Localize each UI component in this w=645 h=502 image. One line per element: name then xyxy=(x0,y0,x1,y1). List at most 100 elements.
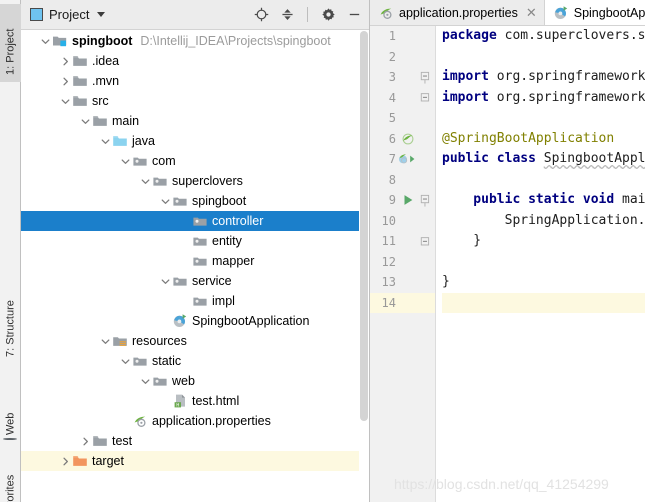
tree-row[interactable]: service xyxy=(21,271,369,291)
tree-row[interactable]: .mvn xyxy=(21,71,369,91)
scrollbar-thumb[interactable] xyxy=(360,31,368,421)
tree-row[interactable]: static xyxy=(21,351,369,371)
resource-root-folder-icon xyxy=(112,333,128,349)
project-tree-scrollbar[interactable] xyxy=(359,31,369,502)
fold-start-icon[interactable] xyxy=(418,71,432,84)
gear-icon[interactable] xyxy=(319,6,337,24)
chevron-right-icon[interactable] xyxy=(79,435,91,447)
code-line[interactable]: import org.springframework.bo xyxy=(442,88,645,109)
chevron-down-icon[interactable] xyxy=(39,35,51,47)
chevron-right-icon[interactable] xyxy=(59,75,71,87)
tree-row-label: test xyxy=(112,434,133,448)
gutter-line[interactable]: 4 xyxy=(370,88,435,109)
chevron-down-icon[interactable] xyxy=(99,135,111,147)
gutter-line[interactable]: 12 xyxy=(370,252,435,273)
spring-run-icon[interactable] xyxy=(398,152,418,166)
tool-window-tab-project[interactable]: 1: Project xyxy=(0,4,21,82)
collapse-all-icon[interactable] xyxy=(278,6,296,24)
chevron-right-icon[interactable] xyxy=(59,455,71,467)
gutter-line[interactable]: 6 xyxy=(370,129,435,150)
code-line[interactable] xyxy=(442,170,645,191)
gutter-line[interactable]: 9 xyxy=(370,190,435,211)
code-line[interactable]: import org.springframework.bo xyxy=(442,67,645,88)
tool-window-tab-web[interactable]: Web xyxy=(0,386,21,444)
editor-tab[interactable]: application.properties ✕ xyxy=(370,0,545,25)
fold-end-icon[interactable] xyxy=(418,91,432,104)
code-token: SpringApplication. xyxy=(442,212,645,228)
code-line[interactable]: package com.superclovers.spin xyxy=(442,26,645,47)
close-icon[interactable]: ✕ xyxy=(526,6,537,19)
code-line[interactable]: } xyxy=(442,231,645,252)
fold-end-icon[interactable] xyxy=(418,235,432,248)
gutter-line[interactable]: 11 xyxy=(370,231,435,252)
gutter-line[interactable]: 2 xyxy=(370,47,435,68)
tree-row[interactable]: web xyxy=(21,371,369,391)
chevron-down-icon[interactable] xyxy=(139,375,151,387)
gutter-line[interactable]: 5 xyxy=(370,108,435,129)
gutter-line[interactable]: 7 xyxy=(370,149,435,170)
header-divider xyxy=(307,7,308,22)
chevron-down-icon[interactable] xyxy=(79,115,91,127)
watermark: https://blog.csdn.net/qq_41254299 xyxy=(394,476,609,492)
gutter-line[interactable]: 1 xyxy=(370,26,435,47)
project-tree[interactable]: spingboot D:\Intellij_IDEA\Projects\sping… xyxy=(21,30,369,502)
code-line[interactable] xyxy=(442,292,645,313)
editor-tab[interactable]: SpingbootAp xyxy=(544,0,645,25)
tree-row[interactable]: impl xyxy=(21,291,369,311)
chevron-down-icon[interactable] xyxy=(119,155,131,167)
tree-row-label: target xyxy=(92,454,124,468)
code-line[interactable]: public static void main(S xyxy=(442,190,645,211)
code-line[interactable]: SpringApplication.run xyxy=(442,211,645,232)
chevron-down-icon[interactable] xyxy=(159,275,171,287)
code-line[interactable]: public class SpingbootApplica xyxy=(442,149,645,170)
gutter-line[interactable]: 8 xyxy=(370,170,435,191)
tree-row[interactable]: Htest.html xyxy=(21,391,369,411)
tree-row[interactable]: spingboot xyxy=(21,191,369,211)
code-line[interactable] xyxy=(442,47,645,68)
project-view-selector[interactable]: Project xyxy=(30,7,106,22)
code-line[interactable]: } xyxy=(442,272,645,293)
code-line[interactable] xyxy=(442,252,645,273)
code-line[interactable]: @SpringBootApplication xyxy=(442,129,645,150)
tree-row[interactable]: superclovers xyxy=(21,171,369,191)
editor-code-column[interactable]: package com.superclovers.spin import org.… xyxy=(436,26,645,502)
code-editor[interactable]: 1 2 3 4 5 6 7 8 9 10 11 12 13 14 package com.superclo… xyxy=(370,26,645,502)
tree-row[interactable]: java xyxy=(21,131,369,151)
locate-icon[interactable] xyxy=(252,6,270,24)
chevron-down-icon[interactable] xyxy=(159,195,171,207)
tree-row[interactable]: controller xyxy=(21,211,369,231)
fold-start-icon[interactable] xyxy=(418,194,432,207)
chevron-down-icon[interactable] xyxy=(59,95,71,107)
code-line[interactable] xyxy=(442,108,645,129)
tool-window-tab-structure[interactable]: 7: Structure xyxy=(0,268,21,364)
tree-row[interactable]: target xyxy=(21,451,369,471)
tree-row[interactable]: com xyxy=(21,151,369,171)
chevron-right-icon[interactable] xyxy=(59,55,71,67)
tool-window-tab-favorites[interactable]: Favorites xyxy=(0,452,21,502)
chevron-down-icon[interactable] xyxy=(139,175,151,187)
chevron-down-icon[interactable] xyxy=(97,12,106,17)
editor-gutter[interactable]: 1 2 3 4 5 6 7 8 9 10 11 12 13 14 xyxy=(370,26,436,502)
gutter-line[interactable]: 13 xyxy=(370,272,435,293)
tree-row[interactable]: .idea xyxy=(21,51,369,71)
spring-bean-icon[interactable] xyxy=(398,132,418,146)
tree-row[interactable]: test xyxy=(21,431,369,451)
tree-row[interactable]: entity xyxy=(21,231,369,251)
minimize-icon[interactable] xyxy=(345,6,363,24)
tree-row[interactable]: main xyxy=(21,111,369,131)
tree-row[interactable]: resources xyxy=(21,331,369,351)
tree-row[interactable]: SpingbootApplication xyxy=(21,311,369,331)
tree-row[interactable]: spingboot D:\Intellij_IDEA\Projects\sping… xyxy=(21,31,369,51)
tree-row[interactable]: src xyxy=(21,91,369,111)
tree-row[interactable]: mapper xyxy=(21,251,369,271)
package-icon xyxy=(172,273,188,289)
folder-icon xyxy=(72,53,88,69)
gutter-line[interactable]: 14 xyxy=(370,292,435,313)
gutter-line[interactable]: 10 xyxy=(370,211,435,232)
gutter-line[interactable]: 3 xyxy=(370,67,435,88)
tree-row-label: main xyxy=(112,114,140,128)
chevron-down-icon[interactable] xyxy=(119,355,131,367)
run-icon[interactable] xyxy=(398,193,418,207)
tree-row[interactable]: application.properties xyxy=(21,411,369,431)
chevron-down-icon[interactable] xyxy=(99,335,111,347)
